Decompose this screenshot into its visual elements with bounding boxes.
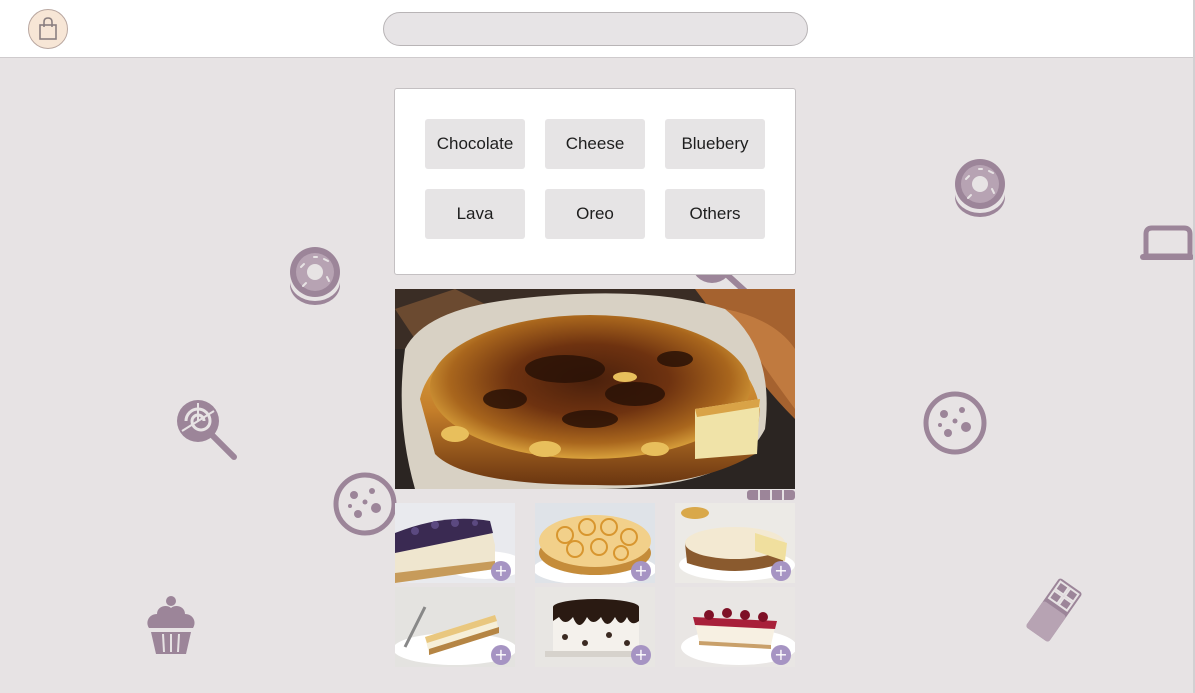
category-button-bluebery[interactable]: Bluebery xyxy=(665,119,765,169)
category-panel: Chocolate Cheese Bluebery Lava Oreo Othe… xyxy=(394,88,796,275)
cake-icon xyxy=(1140,225,1194,260)
product-card[interactable]: + xyxy=(395,503,515,583)
add-to-cart-button[interactable]: + xyxy=(631,561,651,581)
add-to-cart-button[interactable]: + xyxy=(491,561,511,581)
category-button-cheese[interactable]: Cheese xyxy=(545,119,645,169)
product-card[interactable]: + xyxy=(675,587,795,667)
lollipop-icon xyxy=(177,400,237,460)
cupcake-icon xyxy=(147,596,195,654)
category-button-lava[interactable]: Lava xyxy=(425,189,525,239)
add-to-cart-button[interactable]: + xyxy=(631,645,651,665)
category-button-others[interactable]: Others xyxy=(665,189,765,239)
category-button-chocolate[interactable]: Chocolate xyxy=(425,119,525,169)
cart-button[interactable] xyxy=(28,9,68,49)
product-card[interactable]: + xyxy=(535,503,655,583)
cake-icon xyxy=(747,490,795,500)
add-to-cart-button[interactable]: + xyxy=(771,645,791,665)
add-to-cart-button[interactable]: + xyxy=(491,645,511,665)
add-to-cart-button[interactable]: + xyxy=(771,561,791,581)
donut-icon xyxy=(290,247,340,305)
cookie-icon xyxy=(923,391,987,455)
donut-icon xyxy=(955,159,1005,217)
hero-image[interactable] xyxy=(395,289,795,489)
chocolate-bar-icon xyxy=(1026,578,1082,642)
product-card[interactable]: + xyxy=(675,503,795,583)
product-card[interactable]: + xyxy=(395,587,515,667)
search-input[interactable] xyxy=(383,12,808,46)
shopping-bag-icon xyxy=(39,17,57,40)
category-button-oreo[interactable]: Oreo xyxy=(545,189,645,239)
top-bar xyxy=(0,0,1193,58)
cookie-icon xyxy=(333,472,397,536)
product-card[interactable]: + xyxy=(535,587,655,667)
